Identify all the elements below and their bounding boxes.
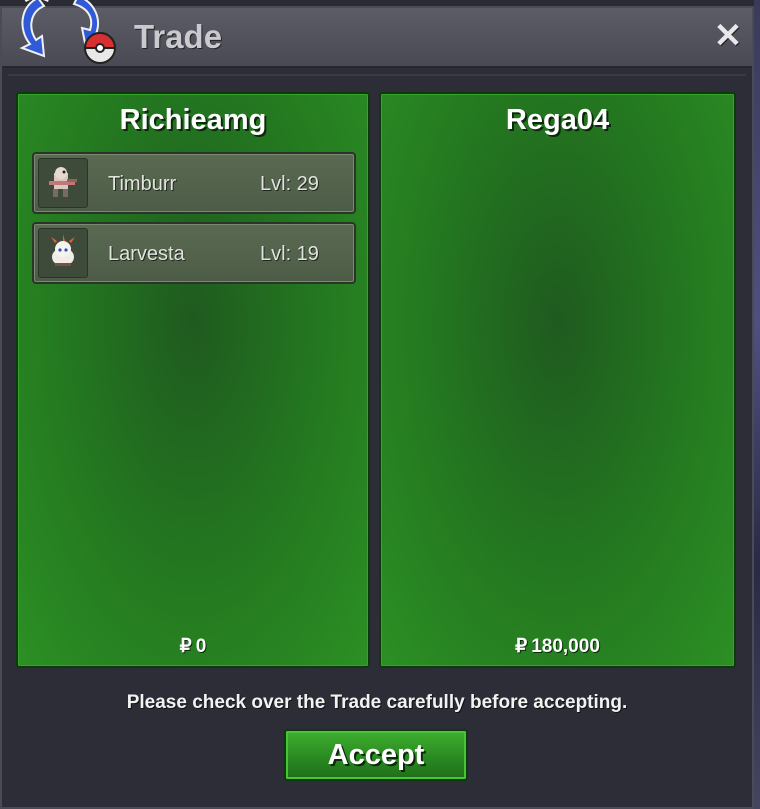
- background-strip-right: [754, 0, 760, 809]
- money-offer: ₽0: [18, 635, 368, 658]
- trade-logo-icon: [19, 0, 117, 64]
- money-amount: 180,000: [531, 636, 600, 657]
- trade-window: Trade ✕ Richieamg Timburr Lvl: 29 Larves…: [0, 6, 754, 809]
- accept-button[interactable]: Accept: [284, 729, 468, 781]
- pokedollar-icon: ₽: [515, 636, 528, 657]
- trade-item-slot[interactable]: Larvesta Lvl: 19: [32, 222, 356, 284]
- trade-item-slot[interactable]: Timburr Lvl: 29: [32, 152, 356, 214]
- trade-panel-partner: Rega04 ₽180,000: [379, 92, 736, 668]
- player-name: Rega04: [505, 104, 610, 136]
- trade-notice: Please check over the Trade carefully be…: [126, 692, 628, 713]
- pokemon-level: Lvl: 19: [260, 243, 319, 265]
- money-amount: 0: [195, 636, 207, 657]
- trade-panel-self: Richieamg Timburr Lvl: 29 Larvesta Lvl: …: [16, 92, 370, 668]
- window-title: Trade: [134, 18, 223, 55]
- pokemon-level: Lvl: 29: [260, 173, 319, 195]
- close-button[interactable]: ✕: [712, 19, 744, 53]
- timburr-sprite-icon: [38, 158, 88, 208]
- player-name: Richieamg: [119, 104, 267, 136]
- pokemon-name: Larvesta: [108, 243, 185, 265]
- money-offer: ₽180,000: [381, 635, 734, 658]
- pokedollar-icon: ₽: [179, 636, 192, 657]
- larvesta-sprite-icon: [38, 228, 88, 278]
- pokemon-name: Timburr: [108, 173, 177, 195]
